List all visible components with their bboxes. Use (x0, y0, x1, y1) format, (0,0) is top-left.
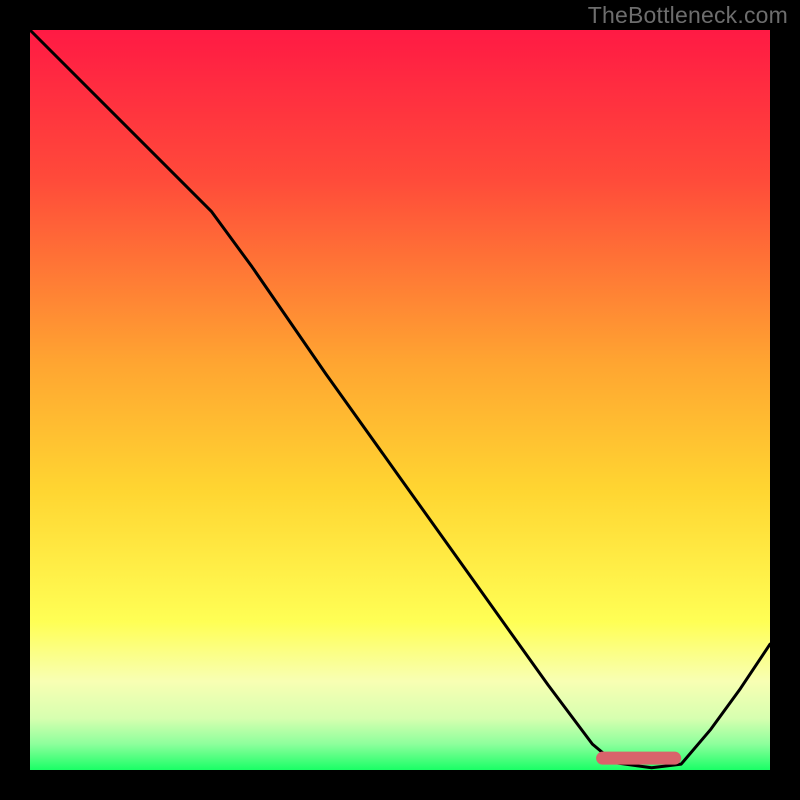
bottleneck-chart (0, 0, 800, 800)
optimal-range-marker (596, 752, 681, 765)
watermark-text: TheBottleneck.com (588, 2, 788, 29)
chart-container: TheBottleneck.com (0, 0, 800, 800)
